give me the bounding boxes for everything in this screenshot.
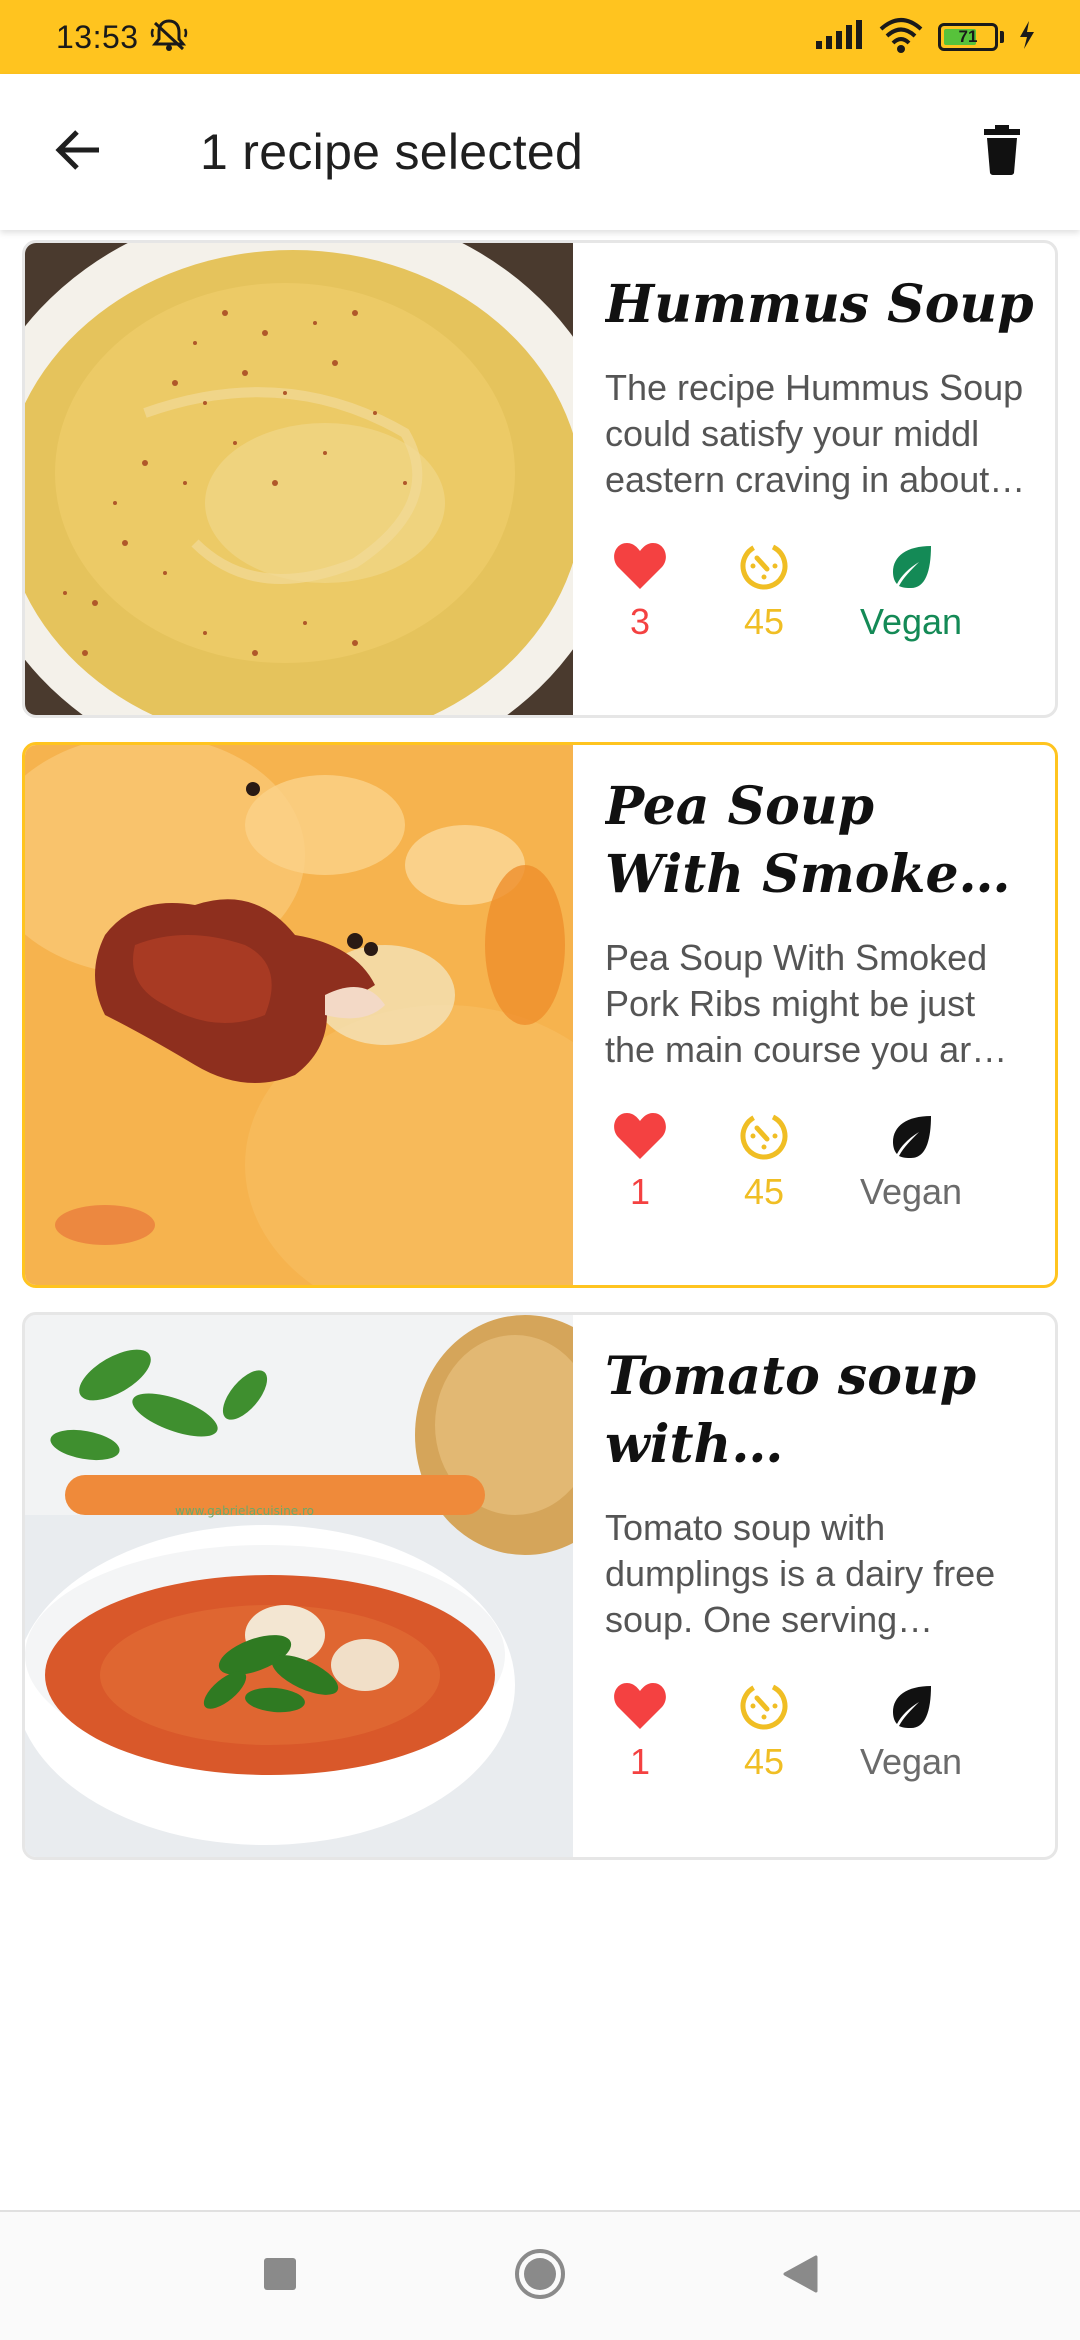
likes-stat: 1 — [605, 1107, 675, 1213]
likes-count: 1 — [629, 1741, 651, 1782]
recipe-image-hummus-soup — [25, 243, 573, 715]
signal-icon — [814, 19, 864, 56]
wifi-icon — [878, 17, 924, 58]
likes-stat: 1 — [605, 1677, 675, 1783]
recipe-card-selected[interactable]: Pea Soup With Smoked Pork Ribs Pea Soup … — [22, 742, 1058, 1288]
recents-button[interactable] — [245, 2241, 315, 2311]
time-stat: 45 — [729, 1107, 799, 1213]
leaf-icon — [887, 1677, 935, 1735]
likes-count: 1 — [629, 1171, 651, 1212]
status-time: 13:53 — [56, 18, 139, 55]
recipe-title: Hummus Soup — [605, 274, 1034, 335]
recipe-description: The recipe Hummus Soup could satisfy you… — [605, 367, 1024, 500]
svg-text:www.gabrielacuisine.ro: www.gabrielacuisine.ro — [175, 1504, 314, 1518]
timer-icon — [738, 1107, 790, 1165]
back-button[interactable] — [28, 102, 128, 202]
recipe-image-tomato-soup: www.gabrielacuisine.ro — [25, 1315, 573, 1857]
recipe-list[interactable]: Hummus Soup The recipe Hummus Soup could… — [22, 240, 1058, 1884]
mute-bell-icon — [149, 17, 189, 58]
leaf-icon — [887, 1107, 935, 1165]
vegan-stat: Vegan — [841, 537, 981, 643]
home-circle-icon — [514, 2248, 566, 2305]
home-button[interactable] — [505, 2241, 575, 2311]
heart-icon — [612, 537, 668, 595]
time-minutes: 45 — [743, 1171, 785, 1212]
recipe-card[interactable]: Hummus Soup The recipe Hummus Soup could… — [22, 240, 1058, 718]
recipe-description: Pea Soup With Smoked Pork Ribs might be … — [605, 937, 992, 1070]
vegan-label: Vegan — [859, 1741, 963, 1782]
heart-icon — [612, 1677, 668, 1735]
status-bar: 13:53 71 — [0, 0, 1080, 74]
charging-icon — [1018, 20, 1036, 55]
time-minutes: 45 — [743, 601, 785, 642]
timer-icon — [738, 1677, 790, 1735]
page-title: 1 recipe selected — [200, 124, 584, 180]
vegan-stat: Vegan — [841, 1677, 981, 1783]
likes-stat: 3 — [605, 537, 675, 643]
time-stat: 45 — [729, 1677, 799, 1783]
recipe-description: Tomato soup with dumplings is a dairy fr… — [605, 1507, 996, 1640]
leaf-icon — [887, 537, 935, 595]
heart-icon — [612, 1107, 668, 1165]
battery-level: 71 — [958, 27, 978, 46]
vegan-stat: Vegan — [841, 1107, 981, 1213]
recipe-card[interactable]: www.gabrielacuisine.ro Tomato soup with … — [22, 1312, 1058, 1860]
arrow-back-icon — [53, 128, 103, 177]
trash-icon — [982, 124, 1022, 180]
timer-icon — [738, 537, 790, 595]
recipe-image-pea-soup — [25, 745, 573, 1285]
time-stat: 45 — [729, 537, 799, 643]
recipe-title: Pea Soup With Smoked Pork Ribs — [605, 776, 995, 905]
vegan-label: Vegan — [859, 1171, 963, 1212]
battery-icon: 71 — [938, 23, 1004, 51]
system-back-button[interactable] — [765, 2241, 835, 2311]
selection-app-bar: 1 recipe selected — [0, 74, 1080, 230]
recipe-title: Tomato soup with dumplings — [605, 1346, 977, 1475]
back-triangle-icon — [782, 2255, 818, 2298]
time-minutes: 45 — [743, 1741, 785, 1782]
likes-count: 3 — [629, 601, 651, 642]
recents-square-icon — [263, 2257, 297, 2296]
delete-button[interactable] — [952, 102, 1052, 202]
vegan-label: Vegan — [859, 601, 963, 642]
system-nav-bar — [0, 2210, 1080, 2340]
